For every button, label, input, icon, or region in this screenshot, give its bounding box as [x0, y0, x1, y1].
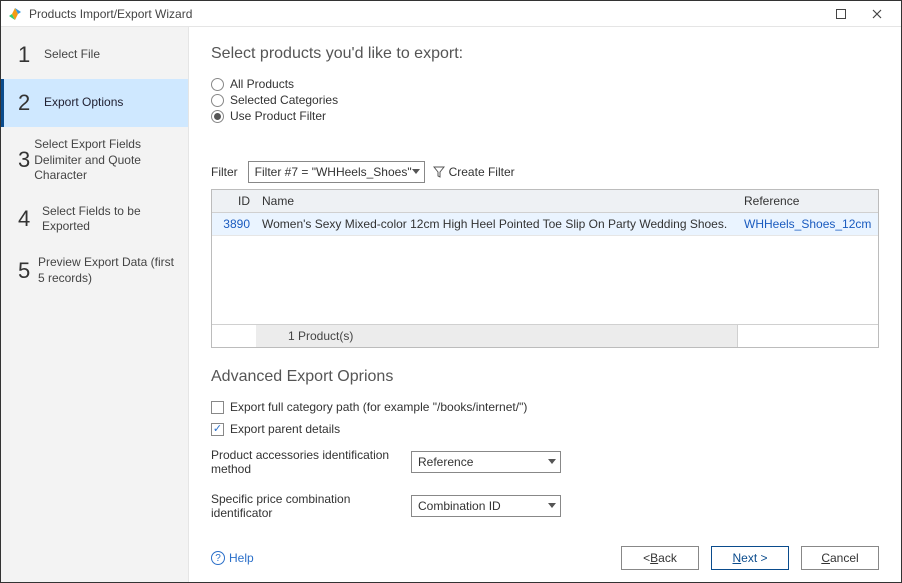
radio-use-product-filter[interactable]: Use Product Filter [211, 109, 879, 123]
product-count: 1 Product(s) [256, 325, 738, 347]
step-select-file[interactable]: 1 Select File [1, 31, 188, 79]
main-panel: Select products you'd like to export: Al… [189, 27, 901, 582]
radio-icon [211, 94, 224, 107]
radio-icon [211, 78, 224, 91]
back-button[interactable]: < Back [621, 546, 699, 570]
field-combination-id: Specific price combination identificator… [211, 492, 879, 520]
id-method-dropdown[interactable]: Reference [411, 451, 561, 473]
check-export-parent-details[interactable]: Export parent details [211, 422, 879, 436]
create-filter-label: Create Filter [449, 165, 515, 179]
help-label: Help [229, 551, 254, 565]
col-reference-header[interactable]: Reference [738, 190, 878, 212]
field-label: Specific price combination identificator [211, 492, 411, 520]
cancel-button[interactable]: Cancel [801, 546, 879, 570]
field-id-method: Product accessories identification metho… [211, 448, 879, 476]
wizard-sidebar: 1 Select File 2 Export Options 3 Select … [1, 27, 189, 582]
dropdown-value: Reference [418, 455, 473, 469]
checkbox-icon [211, 423, 224, 436]
dropdown-value: Combination ID [418, 499, 501, 513]
chevron-down-icon [548, 459, 556, 465]
window-title: Products Import/Export Wizard [29, 7, 823, 21]
table-row[interactable]: 3890 Women's Sexy Mixed-color 12cm High … [212, 213, 878, 236]
radio-label: Selected Categories [230, 93, 338, 107]
chevron-down-icon [548, 503, 556, 509]
funnel-icon [433, 166, 445, 178]
step-select-fields[interactable]: 4 Select Fields to be Exported [1, 194, 188, 245]
maximize-button[interactable] [823, 2, 859, 26]
product-grid: ID Name Reference 3890 Women's Sexy Mixe… [211, 189, 879, 348]
check-export-full-path[interactable]: Export full category path (for example "… [211, 400, 879, 414]
page-heading: Select products you'd like to export: [211, 45, 879, 63]
advanced-heading: Advanced Export Oprions [211, 368, 879, 386]
radio-selected-categories[interactable]: Selected Categories [211, 93, 879, 107]
export-scope-radios: All Products Selected Categories Use Pro… [211, 75, 879, 125]
app-icon [7, 6, 23, 22]
help-icon: ? [211, 551, 225, 565]
cell-name: Women's Sexy Mixed-color 12cm High Heel … [256, 213, 738, 235]
radio-label: Use Product Filter [230, 109, 326, 123]
next-button[interactable]: Next > [711, 546, 789, 570]
filter-row: Filter Filter #7 = "WHHeels_Shoes" Creat… [211, 161, 879, 183]
step-preview-data[interactable]: 5 Preview Export Data (first 5 records) [1, 245, 188, 296]
radio-all-products[interactable]: All Products [211, 77, 879, 91]
create-filter-button[interactable]: Create Filter [433, 165, 515, 179]
radio-label: All Products [230, 77, 294, 91]
filter-dropdown[interactable]: Filter #7 = "WHHeels_Shoes" [248, 161, 425, 183]
col-name-header[interactable]: Name [256, 190, 738, 212]
help-link[interactable]: ? Help [211, 551, 254, 565]
wizard-footer: ? Help < Back Next > Cancel [211, 528, 879, 570]
field-label: Product accessories identification metho… [211, 448, 411, 476]
chevron-down-icon [412, 169, 420, 175]
titlebar: Products Import/Export Wizard [1, 1, 901, 27]
filter-label: Filter [211, 165, 238, 179]
step-delimiter-quote[interactable]: 3 Select Export Fields Delimiter and Quo… [1, 127, 188, 194]
checkbox-label: Export parent details [230, 422, 340, 436]
combination-id-dropdown[interactable]: Combination ID [411, 495, 561, 517]
col-id-header[interactable]: ID [212, 190, 256, 212]
filter-selected: Filter #7 = "WHHeels_Shoes" [255, 165, 412, 179]
step-export-options[interactable]: 2 Export Options [1, 79, 188, 127]
grid-header: ID Name Reference [212, 190, 878, 213]
cell-id: 3890 [212, 213, 256, 235]
grid-footer: 1 Product(s) [212, 324, 878, 347]
checkbox-label: Export full category path (for example "… [230, 400, 527, 414]
radio-icon [211, 110, 224, 123]
close-button[interactable] [859, 2, 895, 26]
cell-reference: WHHeels_Shoes_12cm [738, 213, 878, 235]
grid-body: 3890 Women's Sexy Mixed-color 12cm High … [212, 213, 878, 324]
checkbox-icon [211, 401, 224, 414]
